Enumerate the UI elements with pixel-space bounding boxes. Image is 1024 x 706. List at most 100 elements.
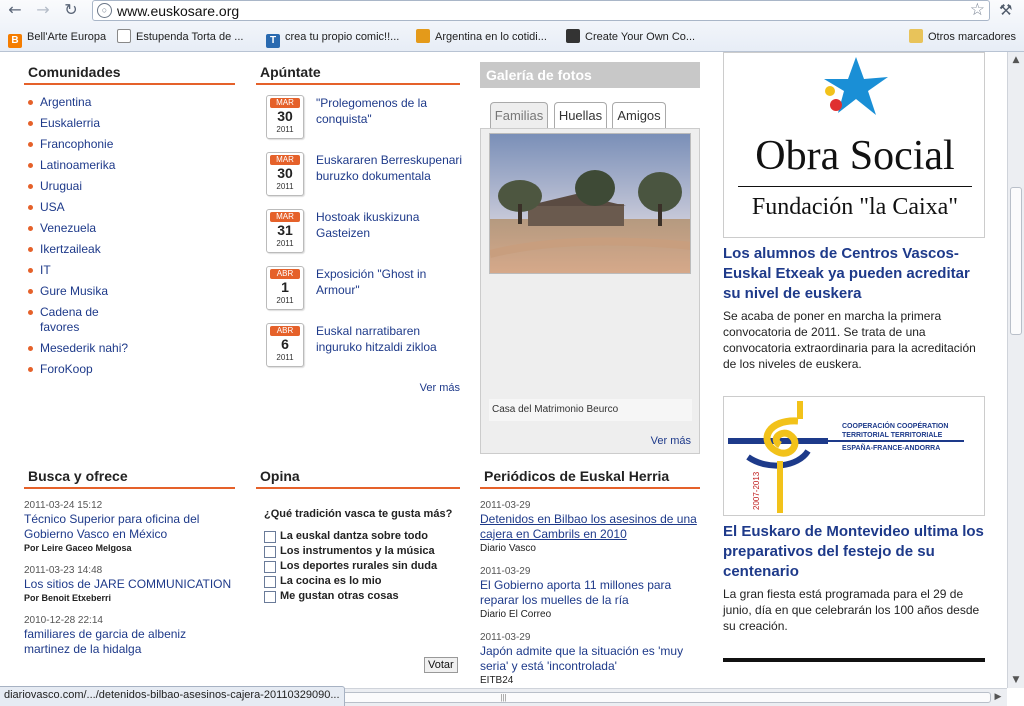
bookmark-item-3[interactable]: Tcrea tu propio comic!!... xyxy=(266,29,399,48)
periodicos-section: Periódicos de Euskal Herria 2011-03-29 De… xyxy=(480,468,700,688)
events-list: MAR 30 2011 "Prolegomenos de la conquista" M… xyxy=(256,95,462,380)
news-date: 2011-03-29 xyxy=(480,566,531,577)
comunidad-link[interactable]: ForoKoop xyxy=(24,362,235,377)
more-link[interactable]: Ver más xyxy=(651,435,691,447)
story-title[interactable]: El Euskaro de Montevideo ultima los prep… xyxy=(723,522,985,582)
vertical-scroll-thumb[interactable] xyxy=(1010,187,1022,335)
bookmark-item-5[interactable]: Create Your Own Co... xyxy=(566,29,695,46)
event-item[interactable]: ABR 1 2011 Exposición "Ghost in Armour" xyxy=(256,266,460,323)
address-bar[interactable]: ○ www.euskosare.org ☆ xyxy=(92,0,990,21)
other-bookmarks[interactable]: Otros marcadores xyxy=(909,29,1016,46)
event-item[interactable]: MAR 30 2011 Euskararen Berreskupenari buruz… xyxy=(256,152,462,209)
poll-checkbox[interactable] xyxy=(264,561,276,573)
apuntate-section: Apúntate MAR 30 2011 "Prolegomenos de la co… xyxy=(256,64,462,394)
poll-option[interactable]: Los instrumentos y la música xyxy=(264,544,460,559)
globe-icon: ○ xyxy=(97,3,112,18)
event-title[interactable]: Exposición "Ghost in Armour" xyxy=(316,266,464,298)
logo-line-2: Fundación "la Caixa" xyxy=(751,194,959,220)
cooperacion-banner[interactable]: 2007-2013 COOPERACIÓN COOPÉRATION TERRIT… xyxy=(723,396,985,516)
vote-button[interactable]: Votar xyxy=(424,657,458,673)
tab-familias[interactable]: Familias xyxy=(490,102,548,128)
bookmark-item-2[interactable]: Estupenda Torta de ... xyxy=(117,29,243,46)
more-link[interactable]: Ver más xyxy=(256,382,460,394)
event-month: MAR xyxy=(270,98,300,108)
event-item[interactable]: MAR 31 2011 Hostoak ikuskizuna Gasteizen xyxy=(256,209,460,266)
news-title[interactable]: Detenidos en Bilbao los asesinos de una … xyxy=(480,512,700,542)
comunidad-link[interactable]: Venezuela xyxy=(24,221,235,236)
poll-checkbox[interactable] xyxy=(264,531,276,543)
item-title[interactable]: Los sitios de JARE COMMUNICATION xyxy=(24,577,235,592)
event-title[interactable]: Euskal narratibaren inguruko hitzaldi zi… xyxy=(316,323,464,355)
news-item: 2011-03-29 El Gobierno aporta 11 millones… xyxy=(480,565,700,622)
vertical-scrollbar[interactable]: ▲ ▼ xyxy=(1007,52,1024,688)
comunidades-section: Comunidades Argentina Euskalerria Francoph… xyxy=(24,64,235,383)
event-title[interactable]: Euskararen Berreskupenari buruzko dokume… xyxy=(316,152,464,184)
section-title: Periódicos de Euskal Herria xyxy=(480,468,700,489)
comunidad-link[interactable]: USA xyxy=(24,200,235,215)
reload-icon[interactable]: ↻ xyxy=(60,1,82,19)
poll-checkbox[interactable] xyxy=(264,546,276,558)
bookmark-item-1[interactable]: B Bell'Arte Europa xyxy=(8,29,107,48)
comunidad-link[interactable]: Uruguai xyxy=(24,179,235,194)
poll-checkbox[interactable] xyxy=(264,591,276,603)
event-title[interactable]: "Prolegomenos de la conquista" xyxy=(316,95,464,127)
wrench-icon[interactable]: ⚒ xyxy=(999,1,1012,19)
logo-line-1: Obra Social xyxy=(755,133,955,179)
gallery-photo[interactable] xyxy=(489,133,691,274)
bookmark-label: Bell'Arte Europa xyxy=(27,31,107,43)
forward-icon[interactable]: → xyxy=(32,1,54,19)
bookmark-item-4[interactable]: Argentina en lo cotidi... xyxy=(416,29,547,46)
scroll-down-icon[interactable]: ▼ xyxy=(1008,672,1024,688)
comunidad-link[interactable]: Gure Musika xyxy=(24,284,235,299)
event-year: 2011 xyxy=(276,182,294,191)
coop-line-1: COOPERACIÓN COOPÉRATION xyxy=(842,423,949,430)
back-icon[interactable]: ← xyxy=(4,1,26,19)
gallery-box: Casa del Matrimonio Beurco Ver más xyxy=(480,128,700,454)
calendar-icon: MAR 31 2011 xyxy=(266,209,304,253)
event-year: 2011 xyxy=(276,239,294,248)
calendar-icon: MAR 30 2011 xyxy=(266,152,304,196)
event-title[interactable]: Hostoak ikuskizuna Gasteizen xyxy=(316,209,464,241)
blogger-icon: B xyxy=(8,34,22,48)
event-item[interactable]: ABR 6 2011 Euskal narratibaren inguruko hit… xyxy=(256,323,460,380)
poll-option[interactable]: La cocina es lo mio xyxy=(264,574,460,589)
comunidad-link[interactable]: Ikertzaileak xyxy=(24,242,235,257)
tab-amigos[interactable]: Amigos xyxy=(612,102,666,128)
flag-icon xyxy=(416,29,430,43)
item-title[interactable]: familiares de garcia de albeniz martinez… xyxy=(24,627,235,657)
poll-option-label: La cocina es lo mio xyxy=(280,575,382,587)
news-source: Diario Vasco xyxy=(480,543,536,554)
event-item[interactable]: MAR 30 2011 "Prolegomenos de la conquista" xyxy=(256,95,460,152)
calendar-icon: ABR 1 2011 xyxy=(266,266,304,310)
web-page: Comunidades Argentina Euskalerria Francoph… xyxy=(0,52,1007,688)
la-caixa-banner[interactable]: Obra Social Fundación "la Caixa" xyxy=(723,52,985,238)
scroll-right-icon[interactable]: ▶ xyxy=(990,689,1006,705)
opina-section: Opina ¿Qué tradición vasca te gusta más?… xyxy=(256,468,460,688)
star-icon[interactable]: ☆ xyxy=(970,0,985,20)
bookmark-label: Argentina en lo cotidi... xyxy=(435,31,547,43)
story-title[interactable]: Los alumnos de Centros Vascos-Euskal Etx… xyxy=(723,244,985,304)
comunidad-link[interactable]: IT xyxy=(24,263,235,278)
address-text[interactable]: www.euskosare.org xyxy=(117,3,239,19)
story-text: La gran fiesta está programada para el 2… xyxy=(723,587,980,633)
comunidad-link[interactable]: Latinoamerika xyxy=(24,158,235,173)
photo-caption: Casa del Matrimonio Beurco xyxy=(489,399,692,421)
comunidad-link[interactable]: Francophonie xyxy=(24,137,235,152)
comunidad-link[interactable]: Euskalerria xyxy=(24,116,235,131)
comunidad-link[interactable]: Mesederik nahi? xyxy=(24,341,235,356)
poll-checkbox[interactable] xyxy=(264,576,276,588)
news-title[interactable]: Japón admite que la situación es 'muy se… xyxy=(480,644,700,674)
comunidad-link[interactable]: Cadena de favores xyxy=(24,305,114,335)
news-title[interactable]: El Gobierno aporta 11 millones para repa… xyxy=(480,578,700,608)
tab-huellas[interactable]: Huellas xyxy=(554,102,607,128)
section-title: Galería de fotos xyxy=(480,62,700,88)
poll-option[interactable]: La euskal dantza sobre todo xyxy=(264,529,460,544)
right-sidebar: Obra Social Fundación "la Caixa" Los alu… xyxy=(723,52,985,662)
section-title: Busca y ofrece xyxy=(24,468,235,489)
scroll-up-icon[interactable]: ▲ xyxy=(1008,52,1024,68)
item-title[interactable]: Técnico Superior para oficina del Gobier… xyxy=(24,512,235,542)
poll-option[interactable]: Me gustan otras cosas xyxy=(264,589,460,604)
news-date: 2011-03-29 xyxy=(480,500,531,511)
comunidad-link[interactable]: Argentina xyxy=(24,95,235,110)
poll-option[interactable]: Los deportes rurales sin duda xyxy=(264,559,460,574)
